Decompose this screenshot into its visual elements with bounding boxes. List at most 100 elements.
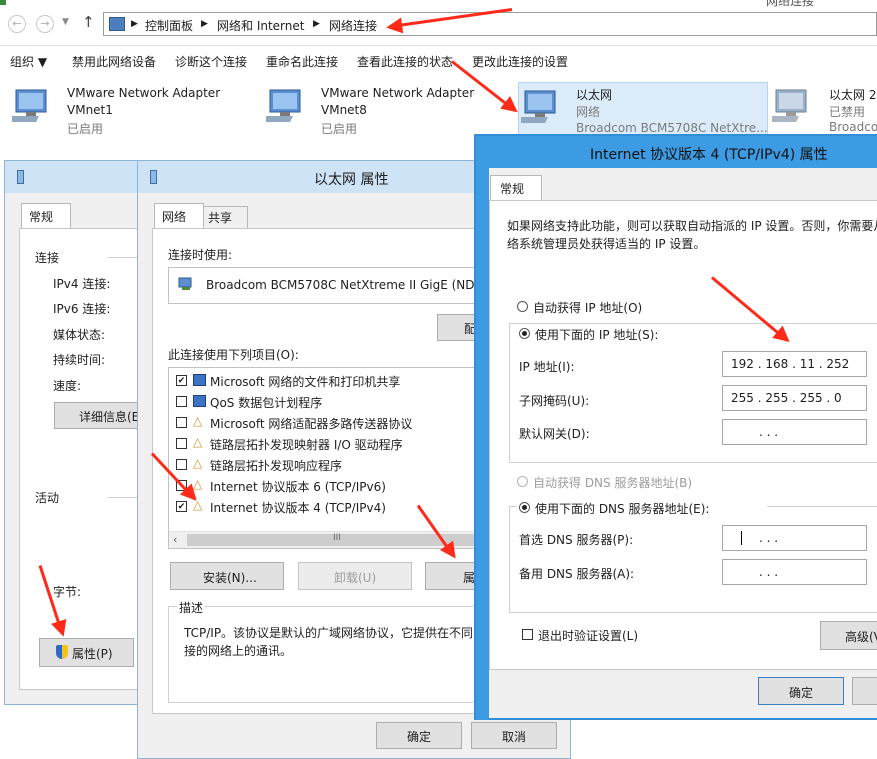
- subnet-mask-field[interactable]: 255 . 255 . 255 . 0: [722, 385, 867, 411]
- ipv4-connectivity-label: IPv4 连接:: [53, 277, 111, 291]
- install-button[interactable]: 安装(N)...: [170, 562, 284, 590]
- item-label: Internet 协议版本 6 (TCP/IPv6): [210, 480, 386, 494]
- network-adapter-icon: [521, 90, 556, 123]
- scroll-left-icon[interactable]: ‹: [173, 533, 177, 546]
- window-frame: [476, 168, 489, 720]
- title-bar: Internet 协议版本 4 (TCP/IPv4) 属性: [476, 136, 877, 168]
- ip-address-field[interactable]: 192 . 168 . 11 . 252: [722, 351, 867, 377]
- ok-button[interactable]: 确定: [758, 677, 844, 705]
- cancel-button[interactable]: [852, 677, 877, 705]
- network-adapter-icon: [12, 89, 47, 122]
- adapter-status: Broadcom BCM5708C NetXtre...: [576, 121, 768, 135]
- adapter-name: VMware Network Adapter: [67, 86, 221, 100]
- default-gateway-label: 默认网关(D):: [519, 427, 590, 441]
- item-checkbox[interactable]: [176, 396, 187, 407]
- protocol-icon: △: [193, 435, 203, 449]
- tab-general[interactable]: 常规: [21, 203, 71, 229]
- address-box[interactable]: ▶ 控制面板 ▶ 网络和 Internet ▶ 网络连接: [103, 12, 877, 36]
- radio-manual-dns[interactable]: [519, 502, 530, 513]
- adapter-line2: VMnet1: [67, 103, 113, 117]
- forward-button[interactable]: →: [36, 15, 54, 33]
- tab-general[interactable]: 常规: [490, 175, 542, 201]
- default-gateway-field[interactable]: . . .: [722, 419, 867, 445]
- description-text: TCP/IP。该协议是默认的广域网络协议，它提供在不同: [184, 626, 474, 640]
- item-label: QoS 数据包计划程序: [210, 396, 323, 410]
- auto-ip-option[interactable]: 自动获得 IP 地址(O): [517, 299, 757, 315]
- ip-group: 使用下面的 IP 地址(S): IP 地址(I): 192 . 168 . 11…: [509, 323, 877, 463]
- breadcrumb-network-connections[interactable]: 网络连接: [329, 17, 377, 34]
- window-title-partial: 网络连接: [766, 0, 815, 8]
- ok-button[interactable]: 确定: [376, 722, 462, 749]
- item-checkbox[interactable]: [176, 438, 187, 449]
- item-checkbox[interactable]: [176, 417, 187, 428]
- client-icon: [193, 374, 206, 386]
- validate-on-exit-option[interactable]: 退出时验证设置(L): [522, 627, 722, 643]
- manual-dns-option[interactable]: 使用下面的 DNS 服务器地址(E):: [517, 500, 767, 516]
- radio-auto-dns[interactable]: [517, 476, 528, 487]
- item-label: 链路层拓扑发现响应程序: [210, 459, 343, 473]
- connect-using-label: 连接时使用:: [168, 248, 233, 262]
- cancel-button[interactable]: 取消: [471, 722, 557, 749]
- subnet-mask-label: 子网掩码(U):: [519, 394, 590, 408]
- preferred-dns-label: 首选 DNS 服务器(P):: [519, 533, 634, 547]
- adapter-card-icon: [178, 277, 192, 290]
- dns-group: 使用下面的 DNS 服务器地址(E): 首选 DNS 服务器(P): . . .…: [509, 500, 877, 613]
- media-state-label: 媒体状态:: [53, 328, 106, 342]
- item-checkbox[interactable]: ✔: [176, 501, 187, 512]
- breadcrumb-network-internet[interactable]: 网络和 Internet: [217, 17, 304, 34]
- auto-dns-option[interactable]: 自动获得 DNS 服务器地址(B): [517, 474, 757, 490]
- back-button[interactable]: ←: [8, 15, 26, 33]
- item-label: Microsoft 网络的文件和打印机共享: [210, 375, 401, 389]
- adapter-status: Broadcom: [829, 120, 877, 134]
- breadcrumb-separator-icon: ▶: [313, 19, 320, 29]
- item-checkbox[interactable]: ✔: [176, 375, 187, 386]
- network-adapter-icon: [266, 89, 301, 122]
- adapter-name: Broadcom BCM5708C NetXtreme II GigE (NDI…: [206, 278, 486, 292]
- radio-auto-ip[interactable]: [517, 301, 528, 312]
- status-properties-button[interactable]: 属性(P): [39, 638, 134, 667]
- adapter-ethernet-2[interactable]: 以太网 2 已禁用 Broadcom: [772, 84, 877, 136]
- item-label: Microsoft 网络适配器多路传送器协议: [210, 417, 413, 431]
- description-label: 描述: [177, 599, 206, 616]
- command-bar: 组织 ▼ 禁用此网络设备 诊断这个连接 重命名此连接 查看此连接的状态 更改此连…: [0, 46, 877, 76]
- breadcrumb-control-panel[interactable]: 控制面板: [145, 17, 193, 34]
- advanced-button[interactable]: 高级(V: [820, 621, 877, 650]
- items-label: 此连接使用下列项目(O):: [168, 348, 299, 362]
- alternate-dns-label: 备用 DNS 服务器(A):: [519, 567, 635, 581]
- description-text: 接的网络上的通讯。: [184, 644, 293, 658]
- adapter-name: VMware Network Adapter: [321, 86, 475, 100]
- up-arrow-icon[interactable]: ↑: [82, 13, 95, 31]
- organize-menu[interactable]: 组织 ▼: [10, 53, 47, 70]
- window-title: 以太网 属性: [314, 172, 389, 188]
- ip-address-label: IP 地址(I):: [519, 360, 575, 374]
- alternate-dns-field[interactable]: . . .: [722, 559, 867, 585]
- adapter-name: 以太网 2: [829, 88, 877, 102]
- view-status-button[interactable]: 查看此连接的状态: [357, 53, 453, 70]
- network-icon: [17, 170, 24, 184]
- network-adapter-disabled-icon: [772, 89, 807, 122]
- shield-icon: [56, 645, 68, 659]
- address-bar-area: 网络连接 ← → ▼ ↑ ▶ 控制面板 ▶ 网络和 Internet ▶ 网络连…: [0, 0, 877, 46]
- item-label: 链路层拓扑发现映射器 I/O 驱动程序: [210, 438, 403, 452]
- item-checkbox[interactable]: [176, 459, 187, 470]
- validate-checkbox[interactable]: [522, 629, 533, 640]
- title-bar: [5, 161, 148, 193]
- window-icon: [0, 0, 6, 5]
- adapter-ethernet[interactable]: 以太网 网络 Broadcom BCM5708C NetXtre...: [518, 82, 768, 138]
- manual-ip-option[interactable]: 使用下面的 IP 地址(S):: [517, 326, 757, 342]
- window-title: Internet 协议版本 4 (TCP/IPv4) 属性: [590, 147, 828, 163]
- uninstall-button[interactable]: 卸载(U): [298, 562, 412, 590]
- adapter-vmnet1[interactable]: VMware Network Adapter VMnet1 已启用: [12, 84, 252, 136]
- recent-dropdown-icon[interactable]: ▼: [62, 17, 69, 27]
- diagnose-button[interactable]: 诊断这个连接: [175, 53, 247, 70]
- radio-manual-ip[interactable]: [519, 328, 530, 339]
- change-settings-button[interactable]: 更改此连接的设置: [472, 53, 568, 70]
- rename-button[interactable]: 重命名此连接: [266, 53, 338, 70]
- ipv6-connectivity-label: IPv6 连接:: [53, 302, 111, 316]
- tab-networking[interactable]: 网络: [154, 203, 204, 229]
- tab-sharing[interactable]: 共享: [203, 206, 248, 228]
- adapter-vmnet8[interactable]: VMware Network Adapter VMnet8 已启用: [266, 84, 506, 136]
- intro-text: 如果网络支持此功能，则可以获取自动指派的 IP 设置。否则，你需要从: [507, 219, 877, 233]
- disable-device-button[interactable]: 禁用此网络设备: [72, 53, 156, 70]
- preferred-dns-field[interactable]: . . .: [722, 525, 867, 551]
